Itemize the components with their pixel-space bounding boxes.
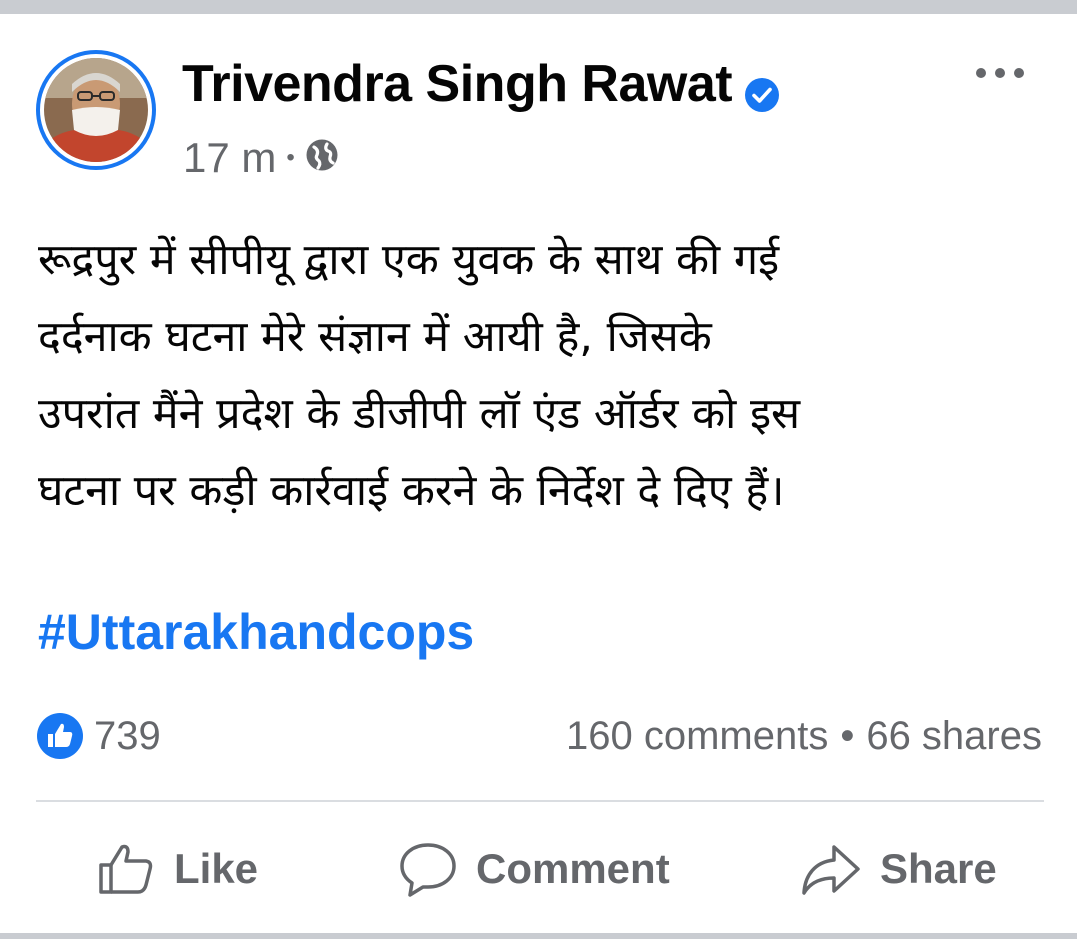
post-text-line: घटना पर कड़ी कार्रवाई करने के निर्देश दे… <box>38 466 785 516</box>
verified-badge-icon <box>744 66 780 112</box>
engagement-counts: 160 comments • 66 shares <box>566 712 1042 760</box>
comment-label: Comment <box>476 845 670 892</box>
bottom-separator-band <box>0 933 1077 939</box>
post-text-line: दर्दनाक घटना मेरे संज्ञान में आयी है, जि… <box>38 312 712 362</box>
post-meta: 17 m • <box>183 132 339 184</box>
thumbs-up-icon <box>96 839 156 899</box>
post-timestamp[interactable]: 17 m <box>183 134 276 182</box>
author-name[interactable]: Trivendra Singh Rawat <box>182 52 780 116</box>
globe-icon[interactable] <box>305 134 339 182</box>
comments-count[interactable]: 160 comments <box>566 714 828 759</box>
divider <box>36 800 1044 802</box>
post-text-line: रूद्रपुर में सीपीयू द्वारा एक युवक के सा… <box>38 235 780 285</box>
meta-separator: • <box>286 144 295 171</box>
counts-separator: • <box>840 713 855 758</box>
hashtag-link[interactable]: #Uttarakhandcops <box>38 600 474 664</box>
like-button[interactable]: Like <box>96 838 258 900</box>
share-button[interactable]: Share <box>800 838 997 900</box>
thumbs-up-reaction-icon <box>36 712 84 760</box>
reactions-summary[interactable]: 739 <box>36 712 161 760</box>
top-separator-band <box>0 0 1077 14</box>
shares-count[interactable]: 66 shares <box>866 714 1042 759</box>
avatar[interactable] <box>36 50 156 170</box>
speech-bubble-icon <box>398 839 458 899</box>
post-text-line: उपरांत मैंने प्रदेश के डीजीपी लॉ एंड ऑर्… <box>38 389 801 439</box>
author-name-text: Trivendra Singh Rawat <box>182 55 733 113</box>
like-label: Like <box>174 845 259 892</box>
post-text: रूद्रपुर में सीपीयू द्वारा एक युवक के सा… <box>38 222 1048 530</box>
more-options-icon[interactable] <box>972 55 1028 91</box>
profile-photo <box>44 58 148 162</box>
likes-count: 739 <box>94 713 161 758</box>
share-arrow-icon <box>800 839 862 899</box>
share-label: Share <box>880 845 997 892</box>
comment-button[interactable]: Comment <box>398 838 670 900</box>
